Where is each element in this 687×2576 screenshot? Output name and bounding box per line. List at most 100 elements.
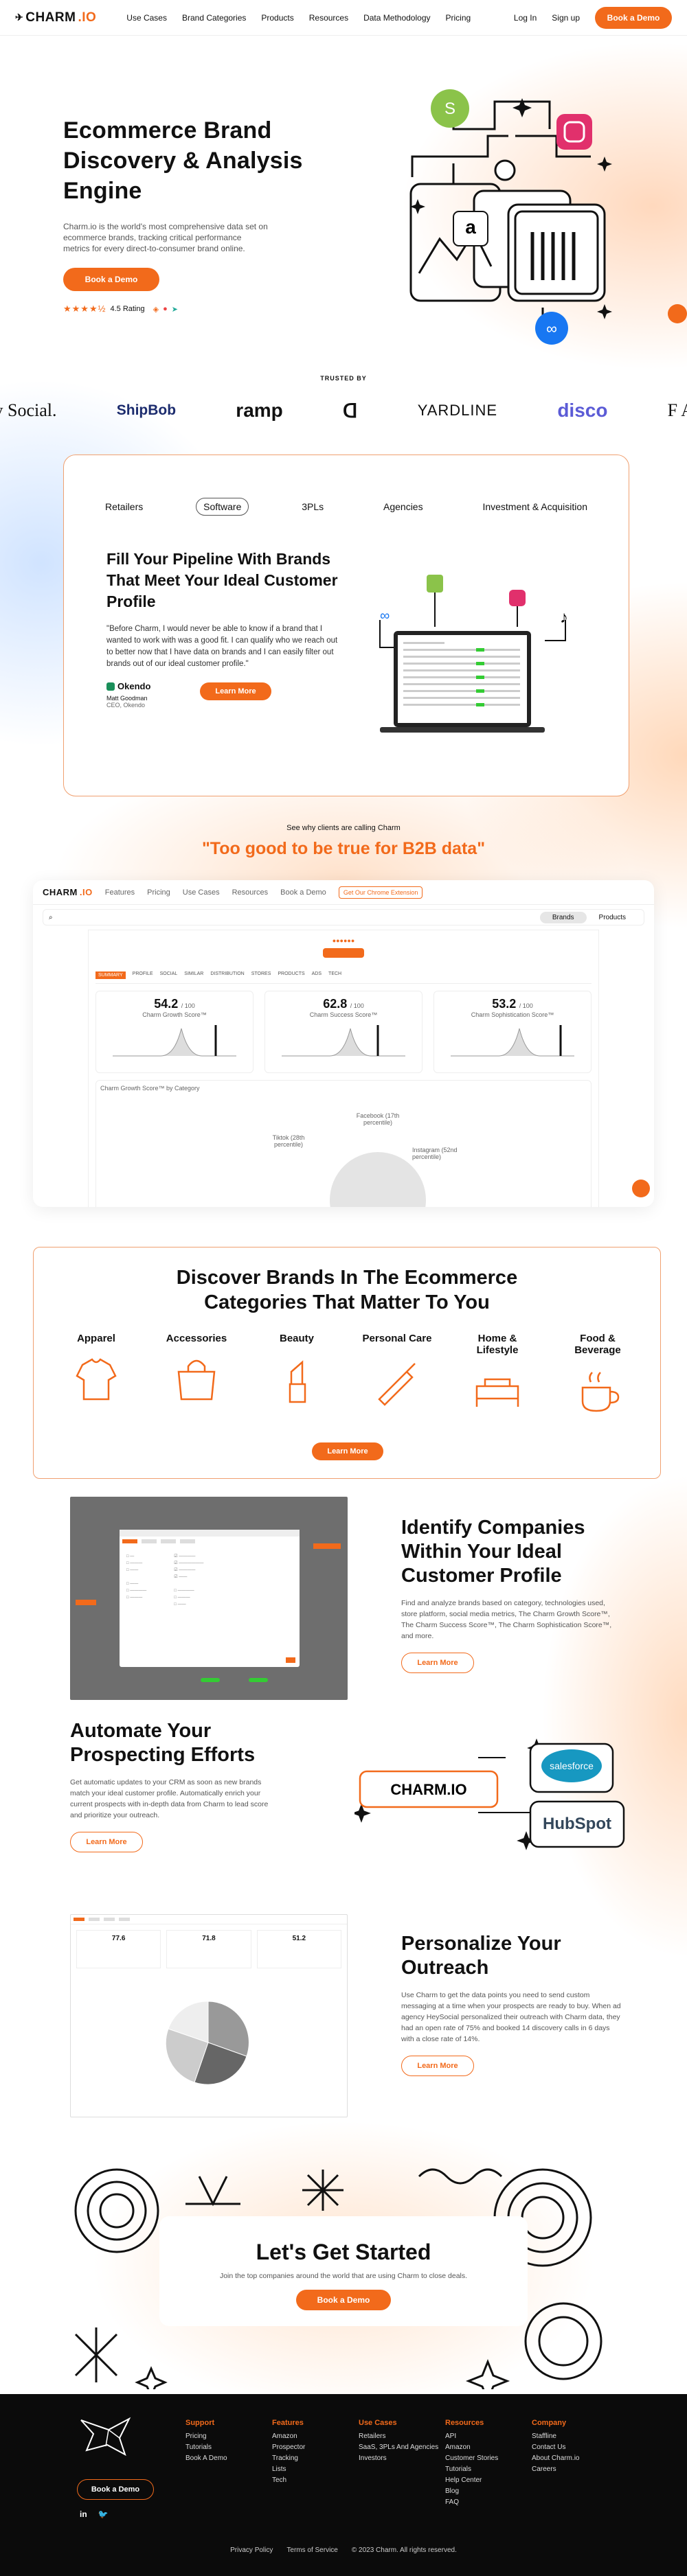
footer-link[interactable]: Amazon [445,2442,498,2453]
nav-data-methodology[interactable]: Data Methodology [363,13,430,23]
footer-link[interactable]: Tech [272,2475,305,2486]
footer-link[interactable]: Help Center [445,2475,498,2486]
subtab-ads[interactable]: ADS [312,971,322,979]
svg-text:S: S [444,100,455,118]
personalize-learn-more-button[interactable]: Learn More [401,2056,474,2076]
nav-use-cases[interactable]: Use Cases [126,13,167,23]
chrome-extension-button[interactable]: Get Our Chrome Extension [338,886,423,899]
chat-widget-button-app[interactable] [632,1180,650,1197]
shopify-icon [427,575,443,593]
footer-link[interactable]: Pricing [185,2431,227,2442]
category-personal-care[interactable]: Personal Care [359,1333,435,1418]
twitter-icon[interactable]: 🐦 [98,2509,109,2519]
tab-3pls[interactable]: 3PLs [295,498,330,515]
automate-learn-more-button[interactable]: Learn More [70,1832,143,1852]
footer-link[interactable]: Careers [532,2464,579,2475]
subtab-stores[interactable]: STORES [251,971,271,979]
footer: Book a Demo in 🐦 Support Pricing Tutorial… [0,2394,687,2576]
app-menu-use-cases[interactable]: Use Cases [183,888,220,897]
chat-widget-button[interactable] [668,304,687,323]
tab-retailers[interactable]: Retailers [98,498,150,515]
login-link[interactable]: Log In [514,13,537,23]
subtab-similar[interactable]: SIMILAR [184,971,203,979]
subtab-profile[interactable]: PROFILE [133,971,153,979]
nav-resources[interactable]: Resources [309,13,348,23]
instagram-icon [509,590,526,606]
app-search-bar[interactable]: ⌕ Brands Products [43,909,644,925]
identify-learn-more-button[interactable]: Learn More [401,1653,474,1673]
category-apparel[interactable]: Apparel [58,1333,134,1418]
footer-link[interactable]: Lists [272,2464,305,2475]
footer-link[interactable]: Customer Stories [445,2453,498,2464]
footer-link[interactable]: Tracking [272,2453,305,2464]
footer-link[interactable]: FAQ [445,2497,498,2508]
footer-link[interactable]: Amazon [272,2431,305,2442]
privacy-policy-link[interactable]: Privacy Policy [230,2546,273,2554]
personalize-screenshot: 77.6 71.8 51.2 [70,1914,348,2117]
footer-link[interactable]: Investors [359,2453,438,2464]
app-menu-pricing[interactable]: Pricing [147,888,170,897]
okendo-icon [106,682,115,691]
tab-software[interactable]: Software [196,498,249,516]
logo[interactable]: ✈ CHARM .IO [15,10,96,25]
get-started-book-demo-button[interactable]: Book a Demo [296,2290,391,2310]
app-visit-button[interactable] [323,948,364,958]
terms-of-service-link[interactable]: Terms of Service [286,2546,337,2554]
footer-link[interactable]: Staffline [532,2431,579,2442]
subtab-tech[interactable]: TECH [328,971,341,979]
personalize-title: Personalize Your Outreach [401,1933,561,1979]
hero-illustration: S a ∞ [409,89,612,345]
footer-link[interactable]: Tutorials [445,2464,498,2475]
okendo-logo: Okendo [106,681,150,691]
copyright: © 2023 Charm. All rights reserved. [351,2546,457,2554]
book-demo-button[interactable]: Book a Demo [595,6,672,29]
tshirt-icon [76,1358,117,1401]
footer-link[interactable]: Tutorials [185,2442,227,2453]
nav-products[interactable]: Products [261,13,293,23]
tab-investment-acquisition[interactable]: Investment & Acquisition [475,498,594,515]
growth-by-category-chart: Charm Growth Score™ by Category Facebook… [95,1080,592,1207]
app-menu-features[interactable]: Features [105,888,135,897]
tiktok-icon: ♪ [560,608,568,627]
toggle-products[interactable]: Products [587,912,638,923]
footer-link[interactable]: Prospector [272,2442,305,2453]
pipeline-learn-more-button[interactable]: Learn More [200,682,271,700]
toggle-brands[interactable]: Brands [539,911,587,923]
tab-agencies[interactable]: Agencies [376,498,430,515]
identify-description: Find and analyze brands based on categor… [401,1599,612,1640]
testimonial-author: Matt Goodman [106,695,148,702]
app-menu-resources[interactable]: Resources [232,888,269,897]
nav-brand-categories[interactable]: Brand Categories [182,13,246,23]
mini-score-1: 77.6 [76,1930,161,1968]
footer-link[interactable]: Book A Demo [185,2453,227,2464]
footer-col-resources: Resources API Amazon Customer Stories Tutor… [445,2417,498,2508]
footer-link[interactable]: Blog [445,2486,498,2497]
category-food-beverage[interactable]: Food & Beverage [560,1333,635,1418]
footer-link[interactable]: Contact Us [532,2442,579,2453]
linkedin-icon[interactable]: in [80,2509,87,2519]
footer-link[interactable]: Retailers [359,2431,438,2442]
score-card-sophistication: 53.2 / 100 Charm Sophistication Score™ [433,991,592,1073]
footer-link[interactable]: SaaS, 3PLs And Agencies [359,2442,438,2453]
subtab-summary[interactable]: SUMMARY [95,971,126,979]
nav-pricing[interactable]: Pricing [446,13,471,23]
hero-book-demo-button[interactable]: Book a Demo [63,268,159,291]
rating-text: 4.5 Rating [110,305,145,313]
category-beauty[interactable]: Beauty [259,1333,335,1418]
toothbrush-icon [378,1363,416,1406]
category-home-lifestyle[interactable]: Home & Lifestyle [460,1333,535,1418]
footer-link[interactable]: API [445,2431,498,2442]
footer-link[interactable]: About Charm.io [532,2453,579,2464]
app-screenshot: CHARM .IO Features Pricing Use Cases Reso… [33,880,654,1207]
automate-section: Automate Your Prospecting Efforts Get au… [70,1719,276,1852]
get-started-description: Join the top companies around the world … [219,2272,468,2280]
subtab-products[interactable]: PRODUCTS [278,971,304,979]
subtab-distribution[interactable]: DISTRIBUTION [210,971,244,979]
categories-learn-more-button[interactable]: Learn More [312,1442,383,1460]
app-menu-book-demo[interactable]: Book a Demo [280,888,326,897]
signup-link[interactable]: Sign up [552,13,580,23]
ramp-logo: ramp [236,400,283,421]
subtab-social[interactable]: SOCIAL [160,971,178,979]
footer-book-demo-button[interactable]: Book a Demo [77,2479,154,2500]
category-accessories[interactable]: Accessories [159,1333,234,1418]
